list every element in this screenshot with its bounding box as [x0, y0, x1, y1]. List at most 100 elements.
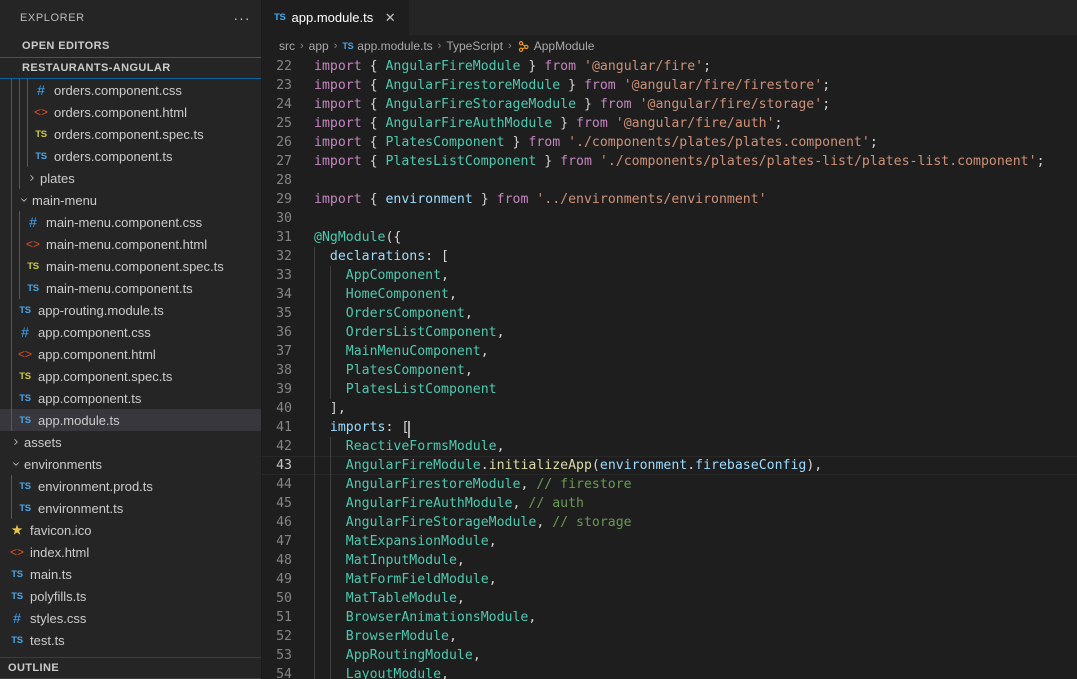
code-line[interactable]: 24import { AngularFireStorageModule } fr…: [262, 95, 1077, 114]
section-open-editors[interactable]: ▸ OPEN EDITORS: [0, 35, 261, 57]
indent-guide: [314, 475, 315, 494]
breadcrumb[interactable]: src›app›TSapp.module.ts›TypeScript›AppMo…: [262, 35, 1077, 57]
folder-tree-item[interactable]: main-menu: [0, 189, 261, 211]
code-line[interactable]: 52 BrowserModule,: [262, 627, 1077, 646]
file-tree-item[interactable]: TSorders.component.spec.ts: [0, 123, 261, 145]
code-line[interactable]: 50 MatTableModule,: [262, 589, 1077, 608]
code-token: environment: [600, 458, 687, 473]
file-tree-item[interactable]: TSapp.module.ts: [0, 409, 261, 431]
tab-app-module-ts[interactable]: TS app.module.ts ✕: [262, 0, 410, 35]
code-line[interactable]: 35 OrdersComponent,: [262, 304, 1077, 323]
indent-spacer: [0, 277, 24, 299]
file-tree-item[interactable]: <>main-menu.component.html: [0, 233, 261, 255]
section-project-root[interactable]: ▾ RESTAURANTS-ANGULAR: [0, 57, 261, 79]
indent-spacer: [0, 299, 16, 321]
file-tree-item[interactable]: TSenvironment.ts: [0, 497, 261, 519]
code-token: AngularFireModule: [346, 458, 481, 473]
file-tree-item-label: app.component.spec.ts: [38, 369, 172, 384]
indent-spacer: [0, 629, 8, 651]
code-line[interactable]: 29import { environment } from '../enviro…: [262, 190, 1077, 209]
file-tree-item[interactable]: TSpolyfills.ts: [0, 585, 261, 607]
spec-file-icon: TS: [16, 371, 34, 382]
file-tree-scroll[interactable]: TSorders.component.ts #orders.component.c…: [0, 79, 261, 657]
file-tree-item[interactable]: TSorders.component.ts: [0, 145, 261, 167]
code-line[interactable]: 28: [262, 171, 1077, 190]
indent-spacer: [0, 387, 16, 409]
code-line[interactable]: 33 AppComponent,: [262, 266, 1077, 285]
file-tree-item-label: main-menu.component.css: [46, 215, 202, 230]
file-tree-item[interactable]: #orders.component.css: [0, 79, 261, 101]
file-tree-item-label: favicon.ico: [30, 523, 91, 538]
code-line[interactable]: 26import { PlatesComponent } from './com…: [262, 133, 1077, 152]
code-line[interactable]: 45 AngularFireAuthModule, // auth: [262, 494, 1077, 513]
code-line[interactable]: 47 MatExpansionModule,: [262, 532, 1077, 551]
code-line[interactable]: 51 BrowserAnimationsModule,: [262, 608, 1077, 627]
file-tree-item[interactable]: <>app.component.html: [0, 343, 261, 365]
code-line[interactable]: 27import { PlatesListComponent } from '.…: [262, 152, 1077, 171]
line-number: 54: [262, 665, 314, 679]
file-tree-item[interactable]: TSmain-menu.component.ts: [0, 277, 261, 299]
code-line[interactable]: 48 MatInputModule,: [262, 551, 1077, 570]
code-token: ,: [489, 572, 497, 587]
indent-guide: [330, 342, 331, 361]
code-line[interactable]: 49 MatFormFieldModule,: [262, 570, 1077, 589]
section-outline[interactable]: OUTLINE: [0, 657, 261, 679]
file-tree-item[interactable]: #app.component.css: [0, 321, 261, 343]
code-line[interactable]: 36 OrdersListComponent,: [262, 323, 1077, 342]
file-tree-item[interactable]: TSmain-menu.component.spec.ts: [0, 255, 261, 277]
code-line[interactable]: 22import { AngularFireModule } from '@an…: [262, 57, 1077, 76]
code-token: ,: [457, 591, 465, 606]
code-line[interactable]: 39 PlatesListComponent: [262, 380, 1077, 399]
code-line[interactable]: 34 HomeComponent,: [262, 285, 1077, 304]
close-icon[interactable]: ✕: [381, 9, 399, 27]
indent-guide: [11, 145, 12, 167]
code-line[interactable]: 23import { AngularFirestoreModule } from…: [262, 76, 1077, 95]
breadcrumb-item[interactable]: TypeScript: [446, 39, 503, 53]
breadcrumb-item[interactable]: AppModule: [517, 39, 595, 53]
ts-file-icon: TS: [274, 12, 286, 23]
code-line[interactable]: 31@NgModule({: [262, 228, 1077, 247]
code-line[interactable]: 37 MainMenuComponent,: [262, 342, 1077, 361]
code-line[interactable]: 38 PlatesComponent,: [262, 361, 1077, 380]
code-token: ],: [314, 401, 346, 416]
file-tree-item[interactable]: TSapp-routing.module.ts: [0, 299, 261, 321]
folder-tree-item[interactable]: plates: [0, 167, 261, 189]
code-line[interactable]: 54 LayoutModule,: [262, 665, 1077, 679]
file-tree-item[interactable]: TSmain.ts: [0, 563, 261, 585]
breadcrumb-item[interactable]: TSapp.module.ts: [342, 39, 432, 53]
code-text: AngularFirestoreModule, // firestore: [314, 475, 632, 494]
file-tree-item[interactable]: #styles.css: [0, 607, 261, 629]
line-number: 39: [262, 380, 314, 399]
folder-tree-item[interactable]: environments: [0, 453, 261, 475]
file-tree-item[interactable]: TStest.ts: [0, 629, 261, 651]
file-tree-item[interactable]: <>index.html: [0, 541, 261, 563]
more-actions-icon[interactable]: ···: [231, 7, 253, 29]
code-line[interactable]: 46 AngularFireStorageModule, // storage: [262, 513, 1077, 532]
code-line[interactable]: 53 AppRoutingModule,: [262, 646, 1077, 665]
file-tree-item[interactable]: TSenvironment.prod.ts: [0, 475, 261, 497]
file-tree-item[interactable]: <>orders.component.html: [0, 101, 261, 123]
html-file-icon: <>: [24, 237, 42, 251]
code-line[interactable]: 40 ],: [262, 399, 1077, 418]
code-editor[interactable]: 22import { AngularFireModule } from '@an…: [262, 57, 1077, 679]
code-token: AngularFireModule: [385, 59, 520, 74]
breadcrumb-item[interactable]: app: [309, 39, 329, 53]
code-line[interactable]: 43 AngularFireModule.initializeApp(envir…: [262, 456, 1077, 475]
breadcrumb-item[interactable]: src: [279, 39, 295, 53]
file-tree-item[interactable]: ★favicon.ico: [0, 519, 261, 541]
code-token: '../environments/environment': [536, 192, 766, 207]
code-line[interactable]: 32 declarations: [: [262, 247, 1077, 266]
code-text: MatExpansionModule,: [314, 532, 497, 551]
code-line[interactable]: 41 imports: [: [262, 418, 1077, 437]
file-tree-item[interactable]: #main-menu.component.css: [0, 211, 261, 233]
line-number: 31: [262, 228, 314, 247]
file-tree-item[interactable]: TS app.component.spec.ts: [0, 365, 261, 387]
file-tree-item[interactable]: TSapp.component.ts: [0, 387, 261, 409]
code-line[interactable]: 44 AngularFirestoreModule, // firestore: [262, 475, 1077, 494]
folder-tree-item[interactable]: assets: [0, 431, 261, 453]
code-line[interactable]: 30: [262, 209, 1077, 228]
code-token: OrdersComponent: [346, 306, 465, 321]
code-line[interactable]: 25import { AngularFireAuthModule } from …: [262, 114, 1077, 133]
indent-guide: [11, 233, 12, 255]
code-line[interactable]: 42 ReactiveFormsModule,: [262, 437, 1077, 456]
